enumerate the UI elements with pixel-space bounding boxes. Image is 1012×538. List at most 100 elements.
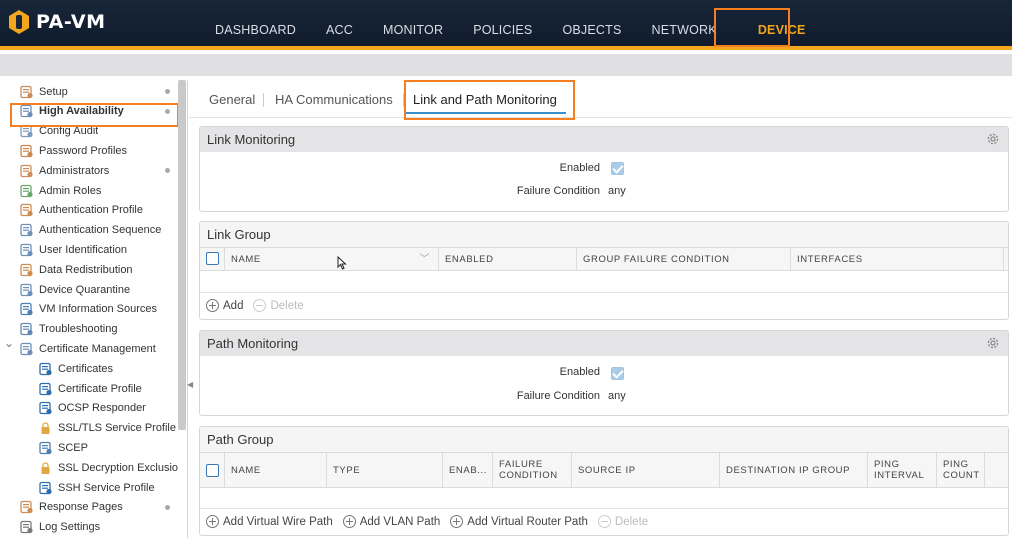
collapse-sidebar-icon[interactable]: ◀ [187, 380, 193, 390]
sidebar-item-ssh-service-profile[interactable]: SSH Service Profile [0, 478, 178, 497]
panel-title: Path Group [207, 432, 274, 447]
chevron-down-icon[interactable]: ⌄ [4, 336, 14, 350]
sidebar-item-setup[interactable]: Setup [0, 82, 178, 101]
add-icon [206, 515, 219, 528]
delete-button[interactable]: Delete [597, 515, 649, 528]
failure-condition-label: Failure Condition [516, 185, 600, 197]
sidebar-item-ocsp-responder[interactable]: OCSP Responder [0, 399, 178, 418]
col-enabled[interactable]: ENABLED [438, 248, 576, 270]
enabled-label: Enabled [559, 162, 600, 174]
authentication-sequence-icon [19, 223, 34, 237]
sidebar-item-admin-roles[interactable]: Admin Roles [0, 181, 178, 200]
link-monitoring-panel: Link Monitoring Enabled Failure Conditio… [199, 126, 1009, 212]
sidebar-item-label: Troubleshooting [39, 323, 118, 336]
add-icon [206, 299, 219, 312]
failure-condition-value: any [608, 185, 626, 197]
sidebar-item-certificates[interactable]: Certificates [0, 359, 178, 378]
panel-title: Link Monitoring [207, 132, 296, 147]
sidebar-item-label: SSL/TLS Service Profile [58, 422, 176, 435]
nav-monitor[interactable]: MONITOR [368, 0, 458, 46]
sidebar-item-label: User Identification [39, 243, 128, 256]
nav-policies[interactable]: POLICIES [458, 0, 547, 46]
enabled-label: Enabled [559, 366, 600, 378]
sidebar-item-authentication-sequence[interactable]: Authentication Sequence [0, 221, 178, 240]
tab-bar: General HA Communications Link and Path … [189, 80, 1012, 118]
gear-icon[interactable] [986, 132, 1000, 146]
select-all-checkbox[interactable] [206, 464, 219, 477]
col-failure-line1: FAILURE [499, 459, 543, 470]
sidebar-item-ssl-decryption-exclusion[interactable]: SSL Decryption Exclusion [0, 458, 178, 477]
col-failure-condition[interactable]: FAILURE CONDITION [492, 453, 571, 487]
ssh-service-profile-icon [38, 481, 53, 495]
add-icon [450, 515, 464, 528]
logo-text: PA-VM [36, 11, 106, 33]
sidebar-scrollbar[interactable] [178, 80, 186, 430]
nav-acc[interactable]: ACC [311, 0, 368, 46]
device-quarantine-icon [19, 283, 34, 297]
add-button[interactable]: Add [206, 299, 243, 312]
add-virtual-wire-path-button[interactable]: Add Virtual Wire Path [206, 515, 333, 528]
panel-title: Path Monitoring [207, 336, 299, 351]
log-settings-icon [19, 520, 34, 534]
add-icon [342, 515, 356, 528]
select-all-checkbox[interactable] [206, 252, 219, 265]
sidebar-item-data-redistribution[interactable]: Data Redistribution [0, 260, 178, 279]
sidebar-item-label: Log Settings [39, 521, 101, 534]
sidebar-item-certificate-management[interactable]: ⌄ Certificate Management [0, 336, 178, 358]
col-ping-interval[interactable]: PING INTERVAL [867, 453, 936, 487]
path-group-actions: Add Virtual Wire Path Add VLAN Path Add … [200, 508, 1008, 534]
delete-label: Delete [614, 515, 649, 528]
nav-dashboard[interactable]: DASHBOARD [200, 0, 311, 46]
troubleshooting-icon [19, 322, 34, 336]
active-tab-highlight [404, 80, 575, 120]
sidebar-item-administrators[interactable]: Administrators [0, 161, 178, 180]
sidebar-item-label: Response Pages [39, 501, 123, 514]
path-group-table-header: NAME TYPE ENAB... FAILURE CONDITION SOUR… [200, 452, 1008, 488]
data-redistribution-icon [19, 263, 34, 277]
chevron-down-icon[interactable]: ﹀ [419, 254, 430, 265]
sidebar-item-troubleshooting[interactable]: Troubleshooting [0, 320, 178, 339]
col-name-label: NAME [231, 253, 261, 265]
col-enabled[interactable]: ENAB... [442, 453, 492, 487]
sidebar-item-response-pages[interactable]: Response Pages [0, 498, 178, 517]
sidebar-item-certificate-profile[interactable]: Certificate Profile [0, 379, 178, 398]
col-name[interactable]: NAME ﹀ [224, 248, 438, 270]
sidebar-item-authentication-profile[interactable]: Authentication Profile [0, 201, 178, 220]
app-logo[interactable]: PA-VM [8, 9, 106, 35]
tab-general[interactable]: General [209, 92, 255, 107]
sidebar-item-ssl-tls-service-profile[interactable]: SSL/TLS Service Profile [0, 419, 178, 438]
sidebar-item-label: Setup [39, 85, 68, 98]
sidebar-item-device-quarantine[interactable]: Device Quarantine [0, 280, 178, 299]
add-vrouter-label: Add Virtual Router Path [467, 515, 588, 528]
panel-header: Link Group [200, 222, 1008, 247]
panel-header: Path Group [200, 427, 1008, 452]
col-destination-ip-group[interactable]: DESTINATION IP GROUP [719, 453, 867, 487]
sidebar-item-label: Administrators [39, 164, 110, 177]
sidebar-item-log-settings[interactable]: Log Settings [0, 518, 178, 537]
panel-header: Path Monitoring [200, 331, 1008, 356]
col-interfaces[interactable]: INTERFACES [790, 248, 1004, 270]
add-vlan-path-button[interactable]: Add VLAN Path [342, 515, 440, 528]
add-virtual-router-path-button[interactable]: Add Virtual Router Path [450, 515, 588, 528]
sidebar-item-user-identification[interactable]: User Identification [0, 240, 178, 259]
tab-ha-communications[interactable]: HA Communications [275, 92, 393, 107]
link-monitoring-enabled-checkbox[interactable] [611, 162, 624, 175]
sidebar-item-scep[interactable]: SCEP [0, 438, 178, 457]
failure-condition-label: Failure Condition [516, 390, 600, 402]
authentication-profile-icon [19, 203, 34, 217]
nav-objects[interactable]: OBJECTS [547, 0, 636, 46]
col-ping-count[interactable]: PING COUNT [936, 453, 985, 487]
link-group-panel: Link Group NAME ﹀ ENABLED GROUP FAILURE … [199, 221, 1009, 320]
col-source-ip[interactable]: SOURCE IP [571, 453, 719, 487]
path-monitoring-enabled-checkbox[interactable] [611, 367, 624, 380]
gear-icon[interactable] [986, 336, 1000, 350]
sidebar-item-password-profiles[interactable]: Password Profiles [0, 141, 178, 160]
delete-button[interactable]: Delete [253, 299, 304, 312]
col-type[interactable]: TYPE [326, 453, 442, 487]
col-name[interactable]: NAME [224, 453, 326, 487]
sidebar-item-vm-information-sources[interactable]: VM Information Sources [0, 300, 178, 319]
path-monitoring-panel: Path Monitoring Enabled Failure Conditio… [199, 330, 1009, 416]
lock-icon [38, 461, 53, 475]
link-group-actions: Add Delete [200, 292, 1008, 318]
col-group-failure-condition[interactable]: GROUP FAILURE CONDITION [576, 248, 790, 270]
